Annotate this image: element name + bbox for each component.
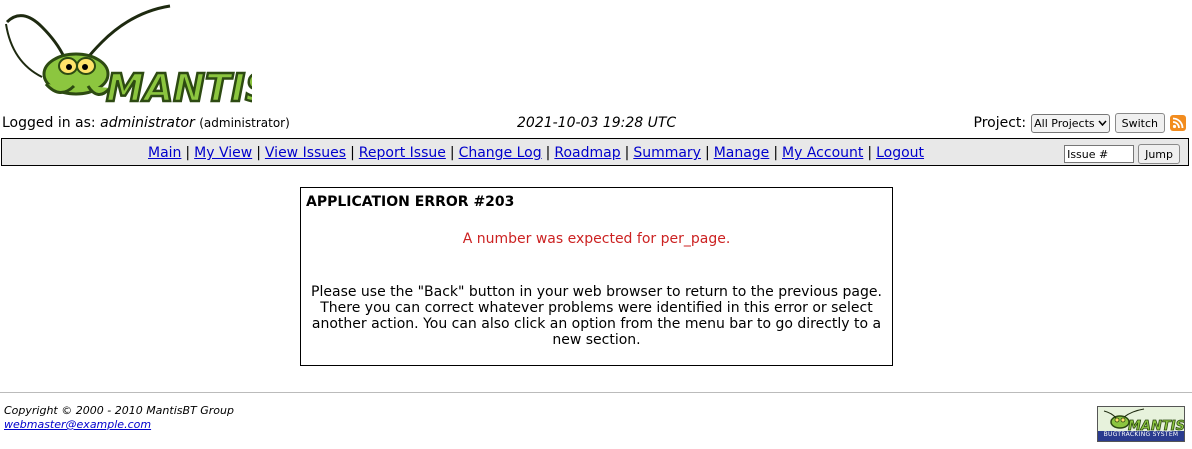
menu-logout[interactable]: Logout	[876, 145, 924, 161]
copyright-text: Copyright © 2000 - 2010 MantisBT Group	[4, 404, 234, 417]
project-switcher: Project: All Projects Switch	[973, 113, 1186, 133]
chevron-down-icon	[1098, 120, 1107, 126]
menu-separator: |	[867, 145, 873, 161]
menu-separator: |	[256, 145, 261, 161]
jump-button[interactable]: Jump	[1138, 144, 1180, 164]
menu-separator: |	[350, 145, 355, 161]
current-datetime: 2021-10-03 19:28 UTC	[517, 115, 677, 131]
mantis-logo-graphic: MANTIS	[5, 4, 274, 111]
issue-jump: Jump	[1064, 144, 1180, 164]
footer-copyright: Copyright © 2000 - 2010 MantisBT Group w…	[4, 404, 234, 432]
logged-in-info: Logged in as: administrator (administrat…	[2, 115, 290, 131]
menu-separator: |	[185, 145, 191, 161]
menu-separator: |	[545, 145, 551, 161]
menu-report-issue[interactable]: Report Issue	[359, 145, 446, 161]
error-help-text: Please use the "Back" button in your web…	[311, 284, 882, 348]
project-select-value: All Projects	[1034, 116, 1095, 130]
menu-change-log[interactable]: Change Log	[459, 145, 542, 161]
menu-roadmap[interactable]: Roadmap	[554, 145, 620, 161]
switch-button[interactable]: Switch	[1114, 113, 1165, 133]
menu-separator: |	[624, 145, 630, 161]
login-info-bar: Logged in as: administrator (administrat…	[0, 113, 1192, 135]
error-box: APPLICATION ERROR #203 A number was expe…	[300, 187, 893, 366]
menu-summary[interactable]: Summary	[633, 145, 701, 161]
menu-my-account[interactable]: My Account	[782, 145, 863, 161]
powered-tagline: BUGTRACKING SYSTEM	[1103, 431, 1179, 438]
menu-view-issues[interactable]: View Issues	[265, 145, 346, 161]
error-title: APPLICATION ERROR #203	[306, 194, 515, 210]
logged-in-label: Logged in as:	[2, 115, 96, 131]
menu-links: Main | My View | View Issues | Report Issue | Ch…	[148, 145, 924, 161]
project-select[interactable]: All Projects	[1031, 113, 1110, 133]
menu-separator: |	[773, 145, 779, 161]
footer-divider	[0, 392, 1192, 393]
rss-feed-icon[interactable]	[1170, 115, 1186, 131]
project-label: Project:	[973, 115, 1027, 131]
issue-number-input[interactable]	[1064, 145, 1135, 163]
svg-text:MANTIS: MANTIS	[106, 66, 252, 106]
mantis-logo[interactable]: MANTIS	[2, 2, 274, 111]
powered-by-mantis-logo[interactable]: MANTIS BUGTRACKING SYSTEM	[1097, 406, 1185, 442]
mantis-small-logo-graphic: MANTIS	[1103, 408, 1184, 434]
menu-manage[interactable]: Manage	[714, 145, 770, 161]
tagline-band: BUGTRACKING SYSTEM	[1098, 431, 1184, 441]
menu-main[interactable]: Main	[148, 145, 181, 161]
rss-glyph	[1172, 117, 1184, 129]
username: administrator	[100, 115, 195, 131]
error-message: A number was expected for per_page.	[462, 231, 731, 247]
menu-my-view[interactable]: My View	[194, 145, 252, 161]
user-role: (administrator)	[199, 116, 290, 130]
webmaster-email-link[interactable]: webmaster@example.com	[4, 418, 151, 431]
menu-separator: |	[704, 145, 710, 161]
main-menu-bar: Main | My View | View Issues | Report Issue | Ch…	[1, 138, 1189, 166]
menu-separator: |	[449, 145, 455, 161]
